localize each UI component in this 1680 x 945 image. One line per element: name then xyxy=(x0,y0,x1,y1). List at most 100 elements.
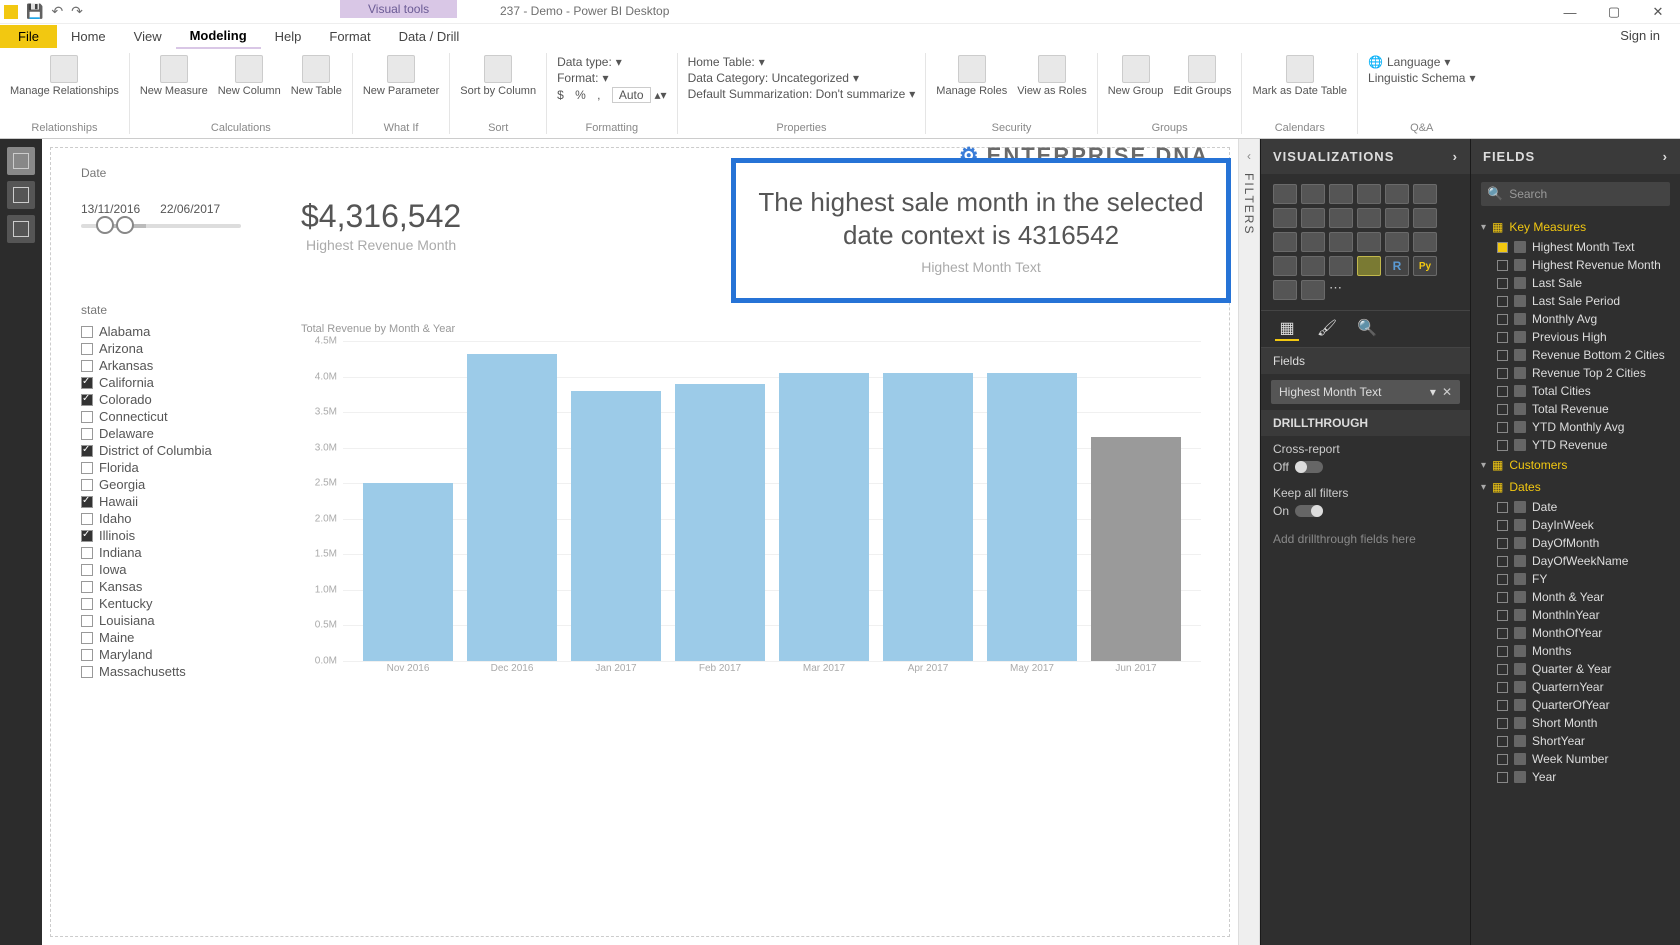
modeling-tab[interactable]: Modeling xyxy=(176,24,261,49)
checkbox-icon[interactable] xyxy=(81,411,93,423)
field-checkbox[interactable] xyxy=(1497,538,1508,549)
edit-groups-button[interactable]: Edit Groups xyxy=(1173,55,1231,97)
model-view-icon[interactable] xyxy=(7,215,35,243)
checkbox-icon[interactable] xyxy=(81,479,93,491)
sort-by-column-button[interactable]: Sort by Column xyxy=(460,55,536,97)
remove-field-icon[interactable]: ✕ xyxy=(1442,385,1452,399)
field-item[interactable]: Months xyxy=(1479,642,1672,660)
language-dropdown[interactable]: Language xyxy=(1387,55,1440,69)
field-item[interactable]: Monthly Avg xyxy=(1479,310,1672,328)
maximize-button[interactable]: ▢ xyxy=(1592,0,1636,24)
field-checkbox[interactable] xyxy=(1497,772,1508,783)
field-checkbox[interactable] xyxy=(1497,592,1508,603)
field-checkbox[interactable] xyxy=(1497,242,1508,253)
field-item[interactable]: Short Month xyxy=(1479,714,1672,732)
field-item[interactable]: Month & Year xyxy=(1479,588,1672,606)
field-checkbox[interactable] xyxy=(1497,736,1508,747)
data-view-icon[interactable] xyxy=(7,181,35,209)
bar[interactable] xyxy=(363,483,453,661)
checkbox-icon[interactable] xyxy=(81,581,93,593)
viz-type-icon[interactable]: R xyxy=(1385,256,1409,276)
new-group-button[interactable]: New Group xyxy=(1108,55,1164,97)
field-item[interactable]: Last Sale xyxy=(1479,274,1672,292)
date-to-value[interactable]: 22/06/2017 xyxy=(160,202,220,216)
field-checkbox[interactable] xyxy=(1497,502,1508,513)
viz-type-icon[interactable] xyxy=(1301,256,1325,276)
bar[interactable] xyxy=(571,391,661,661)
field-well-item[interactable]: Highest Month Text ▾✕ xyxy=(1271,380,1460,404)
viz-type-icon[interactable] xyxy=(1273,280,1297,300)
date-slicer[interactable]: Date 13/11/2016 22/06/2017 xyxy=(81,166,261,228)
save-icon[interactable]: 💾 xyxy=(26,3,43,20)
fields-search-input[interactable]: 🔍 Search xyxy=(1481,182,1670,206)
redo-icon[interactable]: ↷ xyxy=(71,3,83,20)
analytics-tab-icon[interactable]: 🔍 xyxy=(1355,317,1379,341)
field-checkbox[interactable] xyxy=(1497,574,1508,585)
field-item[interactable]: ShortYear xyxy=(1479,732,1672,750)
fields-tab-icon[interactable]: ▦ xyxy=(1275,317,1299,341)
state-slicer-item[interactable]: Kansas xyxy=(81,578,271,595)
field-checkbox[interactable] xyxy=(1497,440,1508,451)
viz-type-icon[interactable]: Py xyxy=(1413,256,1437,276)
decimals-input[interactable]: Auto xyxy=(612,87,651,103)
checkbox-icon[interactable] xyxy=(81,666,93,678)
field-checkbox[interactable] xyxy=(1497,278,1508,289)
state-slicer-item[interactable]: Florida xyxy=(81,459,271,476)
field-dropdown-icon[interactable]: ▾ xyxy=(1430,385,1436,399)
viz-type-icon[interactable] xyxy=(1329,256,1353,276)
field-checkbox[interactable] xyxy=(1497,422,1508,433)
close-button[interactable]: ✕ xyxy=(1636,0,1680,24)
checkbox-icon[interactable] xyxy=(81,649,93,661)
expand-chevron-icon[interactable]: ‹ xyxy=(1247,149,1251,163)
date-from-value[interactable]: 13/11/2016 xyxy=(81,202,140,216)
checkbox-icon[interactable] xyxy=(81,360,93,372)
checkbox-icon[interactable] xyxy=(81,615,93,627)
field-item[interactable]: DayInWeek xyxy=(1479,516,1672,534)
help-tab[interactable]: Help xyxy=(261,25,316,48)
state-slicer-item[interactable]: Colorado xyxy=(81,391,271,408)
new-parameter-button[interactable]: New Parameter xyxy=(363,55,439,97)
state-slicer-item[interactable]: Massachusetts xyxy=(81,663,271,680)
field-item[interactable]: DayOfMonth xyxy=(1479,534,1672,552)
checkbox-icon[interactable] xyxy=(81,496,93,508)
bar[interactable] xyxy=(779,373,869,661)
highest-month-text-card[interactable]: The highest sale month in the selected d… xyxy=(731,158,1231,303)
new-table-button[interactable]: New Table xyxy=(291,55,342,97)
viz-type-icon[interactable] xyxy=(1301,208,1325,228)
checkbox-icon[interactable] xyxy=(81,530,93,542)
report-page[interactable]: ENTERPRISE DNA Date 13/11/2016 22/06/201… xyxy=(50,147,1230,937)
field-item[interactable]: Date xyxy=(1479,498,1672,516)
collapse-chevron-icon[interactable]: › xyxy=(1663,149,1668,164)
field-item[interactable]: MonthOfYear xyxy=(1479,624,1672,642)
viz-type-icon[interactable] xyxy=(1413,208,1437,228)
field-item[interactable]: Previous High xyxy=(1479,328,1672,346)
state-slicer-item[interactable]: Delaware xyxy=(81,425,271,442)
checkbox-icon[interactable] xyxy=(81,564,93,576)
checkbox-icon[interactable] xyxy=(81,377,93,389)
field-item[interactable]: FY xyxy=(1479,570,1672,588)
field-checkbox[interactable] xyxy=(1497,754,1508,765)
bar[interactable] xyxy=(1091,437,1181,661)
report-view-icon[interactable] xyxy=(7,147,35,175)
checkbox-icon[interactable] xyxy=(81,462,93,474)
filters-pane-collapsed[interactable]: ‹ FILTERS xyxy=(1238,139,1260,945)
viz-type-icon[interactable] xyxy=(1273,184,1297,204)
undo-icon[interactable]: ↶ xyxy=(51,3,63,20)
format-tab[interactable]: Format xyxy=(315,25,384,48)
currency-button[interactable]: $ xyxy=(557,88,564,102)
field-checkbox[interactable] xyxy=(1497,700,1508,711)
viz-type-icon[interactable] xyxy=(1413,184,1437,204)
viz-type-icon[interactable] xyxy=(1357,208,1381,228)
checkbox-icon[interactable] xyxy=(81,547,93,559)
state-slicer-item[interactable]: Maine xyxy=(81,629,271,646)
field-checkbox[interactable] xyxy=(1497,664,1508,675)
datatype-dropdown[interactable]: ▾ xyxy=(616,55,622,69)
viz-type-icon[interactable] xyxy=(1273,208,1297,228)
field-item[interactable]: DayOfWeekName xyxy=(1479,552,1672,570)
field-item[interactable]: YTD Revenue xyxy=(1479,436,1672,454)
field-checkbox[interactable] xyxy=(1497,556,1508,567)
hometable-dropdown[interactable]: ▾ xyxy=(759,55,765,69)
slider-handle-right[interactable] xyxy=(116,216,134,234)
state-slicer-item[interactable]: Louisiana xyxy=(81,612,271,629)
drillthrough-drop-hint[interactable]: Add drillthrough fields here xyxy=(1261,524,1470,554)
